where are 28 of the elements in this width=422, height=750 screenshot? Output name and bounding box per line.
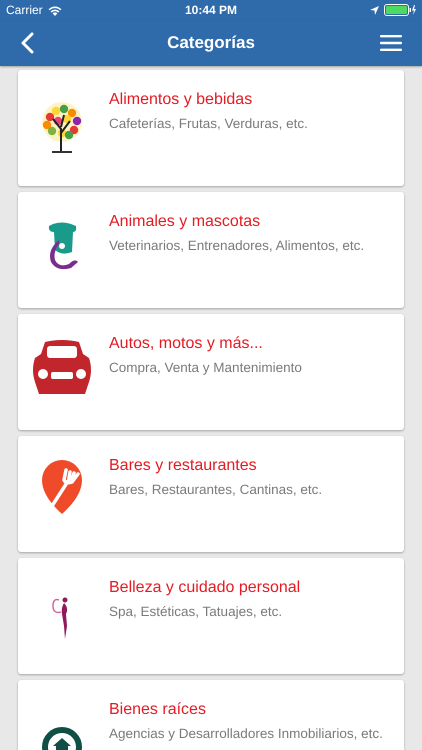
- fork-pin-icon: [40, 458, 84, 516]
- category-card[interactable]: Belleza y cuidado personal Spa, Estéticas, Tatuajes, etc.: [18, 558, 404, 674]
- location-arrow-icon: [370, 6, 379, 14]
- category-description: Agencias y Desarrolladores Inmobiliarios, etc.: [109, 726, 383, 741]
- category-title: Autos, motos y más...: [109, 335, 264, 353]
- category-description: Bares, Restaurantes, Cantinas, etc.: [109, 482, 322, 497]
- category-title: Animales y mascotas: [109, 213, 262, 231]
- category-title: Alimentos y bebidas: [109, 91, 254, 109]
- category-description: Compra, Venta y Mantenimiento: [109, 360, 302, 375]
- category-title: Belleza y cuidado personal: [109, 579, 300, 597]
- carrier-label: Carrier: [6, 3, 43, 17]
- page-title: Categorías: [167, 33, 255, 53]
- category-card[interactable]: Alimentos y bebidas Cafeterías, Frutas, Verduras, etc.: [18, 70, 404, 186]
- category-card[interactable]: Animales y mascotas Veterinarios, Entrenadores, Alimentos, etc.: [18, 192, 404, 308]
- fruit-tree-icon: [39, 100, 85, 154]
- category-card[interactable]: Bienes raíces Agencias y Desarrolladores Inmobiliarios, etc.: [18, 680, 404, 750]
- category-description: Cafeterías, Frutas, Verduras, etc.: [109, 116, 308, 131]
- back-icon[interactable]: [20, 32, 34, 54]
- category-card[interactable]: Bares y restaurantes Bares, Restaurantes, Cantinas, etc.: [18, 436, 404, 552]
- category-description: Veterinarios, Entrenadores, Alimentos, etc.: [109, 238, 364, 253]
- category-card[interactable]: Autos, motos y más... Compra, Venta y Mantenimiento: [18, 314, 404, 430]
- category-title: Bares y restaurantes: [109, 457, 258, 475]
- clock-time: 10:44 PM: [184, 3, 238, 17]
- category-description: Spa, Estéticas, Tatuajes, etc.: [109, 604, 284, 619]
- wifi-icon: [48, 4, 62, 16]
- battery-icon: [384, 4, 416, 16]
- category-title: Bienes raíces: [109, 701, 207, 719]
- menu-icon[interactable]: [380, 35, 402, 51]
